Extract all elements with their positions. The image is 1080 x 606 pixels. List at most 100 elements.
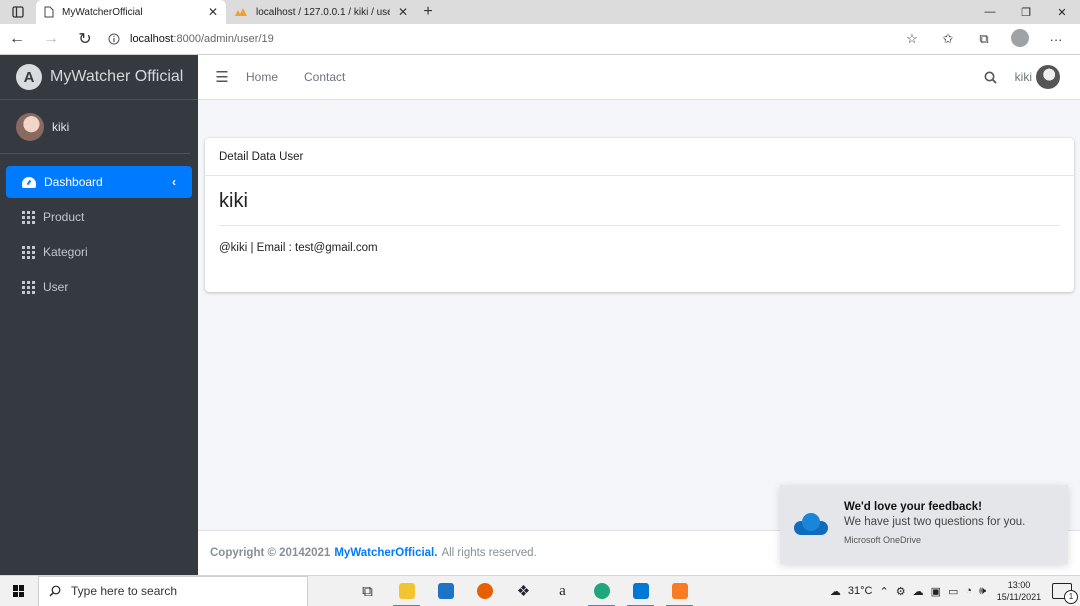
start-button[interactable]	[0, 585, 38, 597]
chevron-up-icon[interactable]: ⌃	[880, 585, 889, 598]
user-panel[interactable]: kiki	[0, 100, 190, 154]
sidebar-item-kategori[interactable]: Kategori	[6, 236, 192, 268]
card-body: kiki @kiki | Email : test@gmail.com	[205, 176, 1074, 268]
maximize-icon[interactable]: ❐	[1008, 0, 1044, 24]
copyright-text: Copyright © 20142021	[210, 547, 331, 559]
wifi-icon[interactable]: ◔	[965, 585, 972, 597]
onedrive-cloud-icon	[794, 513, 828, 535]
chevron-left-icon: ‹	[172, 175, 176, 189]
tab-actions-icon	[12, 6, 24, 18]
vscode-icon[interactable]	[621, 576, 660, 606]
display-icon[interactable]: ▣	[931, 585, 941, 598]
url-host: localhost	[130, 33, 174, 45]
topnav-right: kiki	[984, 65, 1080, 89]
address-bar: ← → ↻ localhost:8000/admin/user/19 ☆ ✩ ⧉…	[0, 24, 1080, 55]
temperature[interactable]: 31°C	[848, 585, 873, 597]
back-icon[interactable]: ←	[0, 30, 34, 48]
notification-center-icon[interactable]	[1052, 583, 1078, 604]
grid-icon	[22, 281, 35, 294]
user-detail-text: @kiki | Email : test@gmail.com	[219, 242, 378, 254]
grid-icon	[22, 246, 35, 259]
card-header: Detail Data User	[205, 138, 1074, 176]
sidebar-user-name: kiki	[52, 119, 70, 134]
user-detail-card: Detail Data User kiki @kiki | Email : te…	[205, 138, 1074, 292]
browser-tab-bar: MyWatcherOfficial ✕ localhost / 127.0.0.…	[0, 0, 1080, 24]
notification-source: Microsoft OneDrive	[844, 535, 922, 545]
brand-text: MyWatcher Official	[50, 68, 184, 85]
more-options-icon[interactable]: ···	[1040, 32, 1072, 47]
tab-actions-button[interactable]	[0, 0, 36, 24]
profile-icon[interactable]	[1004, 28, 1036, 50]
sidebar: A MyWatcher Official kiki Dashboard ‹ Pr…	[0, 55, 198, 575]
tab-phpmyadmin[interactable]: localhost / 127.0.0.1 / kiki / users ✕	[226, 0, 416, 24]
file-explorer-icon[interactable]	[387, 576, 426, 606]
nav-link-home[interactable]: Home	[246, 70, 278, 84]
page-icon	[44, 6, 54, 18]
window-controls: — ❐ ✕	[972, 0, 1080, 24]
firefox-icon[interactable]	[465, 576, 504, 606]
taskbar-search[interactable]: Type here to search	[38, 575, 308, 606]
close-tab-icon[interactable]: ✕	[398, 5, 408, 19]
content-wrapper: Detail Data User kiki @kiki | Email : te…	[198, 100, 1080, 530]
system-tray: ☁ 31°C ⌃ ⚙ ☁ ▣ ▭ ◔ 🕪 13:00 15/11/2021	[830, 579, 1080, 604]
close-tab-icon[interactable]: ✕	[208, 5, 218, 19]
edge-icon[interactable]	[582, 576, 621, 606]
mail-icon[interactable]	[426, 576, 465, 606]
grid-icon	[22, 211, 35, 224]
browser-toolbar: ☆ ✩ ⧉ ···	[896, 28, 1080, 50]
collections-icon[interactable]: ⧉	[968, 31, 1000, 47]
brand-link[interactable]: A MyWatcher Official	[0, 55, 198, 100]
sidebar-item-label: Kategori	[43, 245, 88, 259]
clock-date: 15/11/2021	[996, 592, 1042, 602]
add-favorite-icon[interactable]: ☆	[896, 31, 928, 47]
user-menu[interactable]: kiki	[1015, 65, 1060, 89]
phpmyadmin-icon	[235, 8, 247, 16]
brand-logo-icon: A	[16, 64, 42, 90]
avatar	[1036, 65, 1060, 89]
onedrive-notification[interactable]: We'd love your feedback! We have just tw…	[780, 485, 1068, 564]
task-view-icon[interactable]: ⧉	[348, 576, 387, 606]
forward-icon[interactable]: →	[34, 30, 68, 48]
rights-text: All rights reserved.	[441, 547, 537, 559]
notification-title: We'd love your feedback!	[844, 501, 983, 513]
cloud-icon[interactable]: ☁	[913, 585, 924, 598]
amazon-icon[interactable]: a	[543, 576, 582, 606]
sidebar-item-label: User	[43, 280, 69, 294]
top-navbar: ☰ Home Contact kiki	[198, 55, 1080, 100]
taskbar-search-placeholder: Type here to search	[71, 584, 178, 598]
volume-icon[interactable]: 🕪	[979, 585, 986, 598]
battery-icon[interactable]: ▭	[948, 585, 958, 598]
favorites-icon[interactable]: ✩	[932, 31, 964, 47]
dropbox-icon[interactable]: ❖	[504, 576, 543, 606]
refresh-icon[interactable]: ↻	[68, 29, 102, 49]
notification-text: We'd love your feedback! We have just tw…	[844, 501, 1025, 564]
weather-icon[interactable]: ☁	[830, 585, 841, 598]
close-window-icon[interactable]: ✕	[1044, 0, 1080, 24]
topnav-user-name: kiki	[1014, 70, 1032, 84]
menu-toggle-icon[interactable]: ☰	[198, 68, 246, 86]
taskbar-apps: ⧉ ❖ a	[348, 576, 699, 606]
url-field[interactable]: localhost:8000/admin/user/19	[108, 27, 896, 51]
dashboard-icon	[22, 176, 36, 188]
xampp-icon[interactable]	[660, 576, 699, 606]
taskbar: Type here to search ⧉ ❖ a ☁ 31°C ⌃ ⚙ ☁ ▣…	[0, 575, 1080, 606]
windows-icon	[13, 585, 25, 597]
sidebar-item-dashboard[interactable]: Dashboard ‹	[6, 166, 192, 198]
tab-mywatcher[interactable]: MyWatcherOfficial ✕	[36, 0, 226, 24]
tray-app-icon[interactable]: ⚙	[896, 585, 906, 598]
sidebar-item-product[interactable]: Product	[6, 201, 192, 233]
notification-message: We have just two questions for you.	[844, 516, 1026, 528]
clock-time: 13:00	[1007, 580, 1031, 590]
nav-link-contact[interactable]: Contact	[304, 70, 345, 84]
new-tab-button[interactable]: +	[416, 0, 440, 24]
tab-title: MyWatcherOfficial	[62, 6, 143, 18]
info-icon	[108, 33, 120, 45]
search-icon	[49, 585, 61, 597]
sidebar-nav: Dashboard ‹ Product Kategori User	[0, 154, 198, 303]
user-name-title: kiki	[219, 190, 1060, 226]
search-icon[interactable]	[984, 71, 997, 84]
sidebar-item-user[interactable]: User	[6, 271, 192, 303]
minimize-icon[interactable]: —	[972, 0, 1008, 24]
clock[interactable]: 13:00 15/11/2021	[993, 579, 1045, 603]
footer-brand-link[interactable]: MyWatcherOfficial.	[334, 547, 437, 559]
